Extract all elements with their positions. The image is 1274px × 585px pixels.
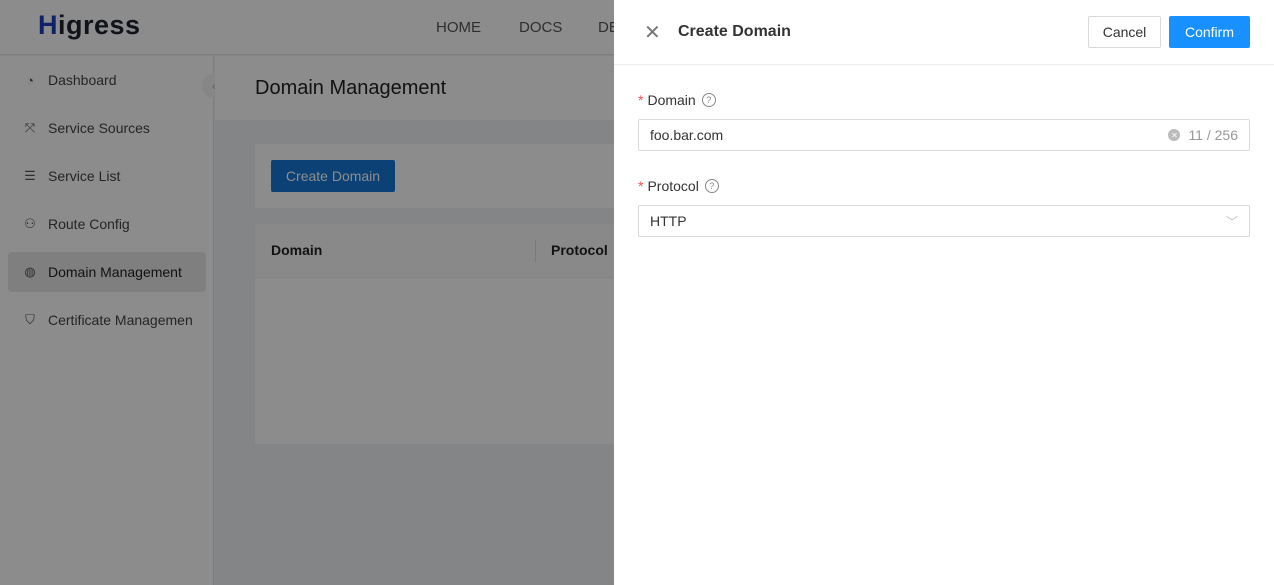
help-icon[interactable]: ? [704, 179, 719, 193]
protocol-selected-value[interactable]: HTTP [650, 213, 1226, 229]
cancel-button[interactable]: Cancel [1088, 16, 1161, 48]
chevron-down-icon[interactable]: ﹀ [1226, 213, 1238, 230]
create-domain-drawer: ✕ Create Domain Cancel Confirm * Domain … [614, 0, 1274, 585]
domain-label-text: Domain [647, 92, 696, 108]
confirm-button[interactable]: Confirm [1169, 16, 1250, 48]
domain-input-value[interactable]: foo.bar.com [650, 127, 1168, 143]
drawer-header: ✕ Create Domain Cancel Confirm [614, 0, 1274, 65]
required-mark: * [638, 92, 644, 108]
char-count: 11 / 256 [1188, 127, 1238, 143]
domain-input[interactable]: foo.bar.com ✕ 11 / 256 [638, 119, 1250, 151]
protocol-label: * Protocol ? [638, 178, 719, 194]
protocol-select[interactable]: HTTP ﹀ [638, 205, 1250, 237]
protocol-label-text: Protocol [647, 178, 699, 194]
drawer-title: Create Domain [678, 23, 791, 40]
clear-icon[interactable]: ✕ [1168, 129, 1181, 141]
help-icon[interactable]: ? [701, 93, 716, 107]
domain-label: * Domain ? [638, 92, 716, 108]
close-icon[interactable]: ✕ [644, 20, 661, 45]
required-mark: * [638, 178, 644, 194]
